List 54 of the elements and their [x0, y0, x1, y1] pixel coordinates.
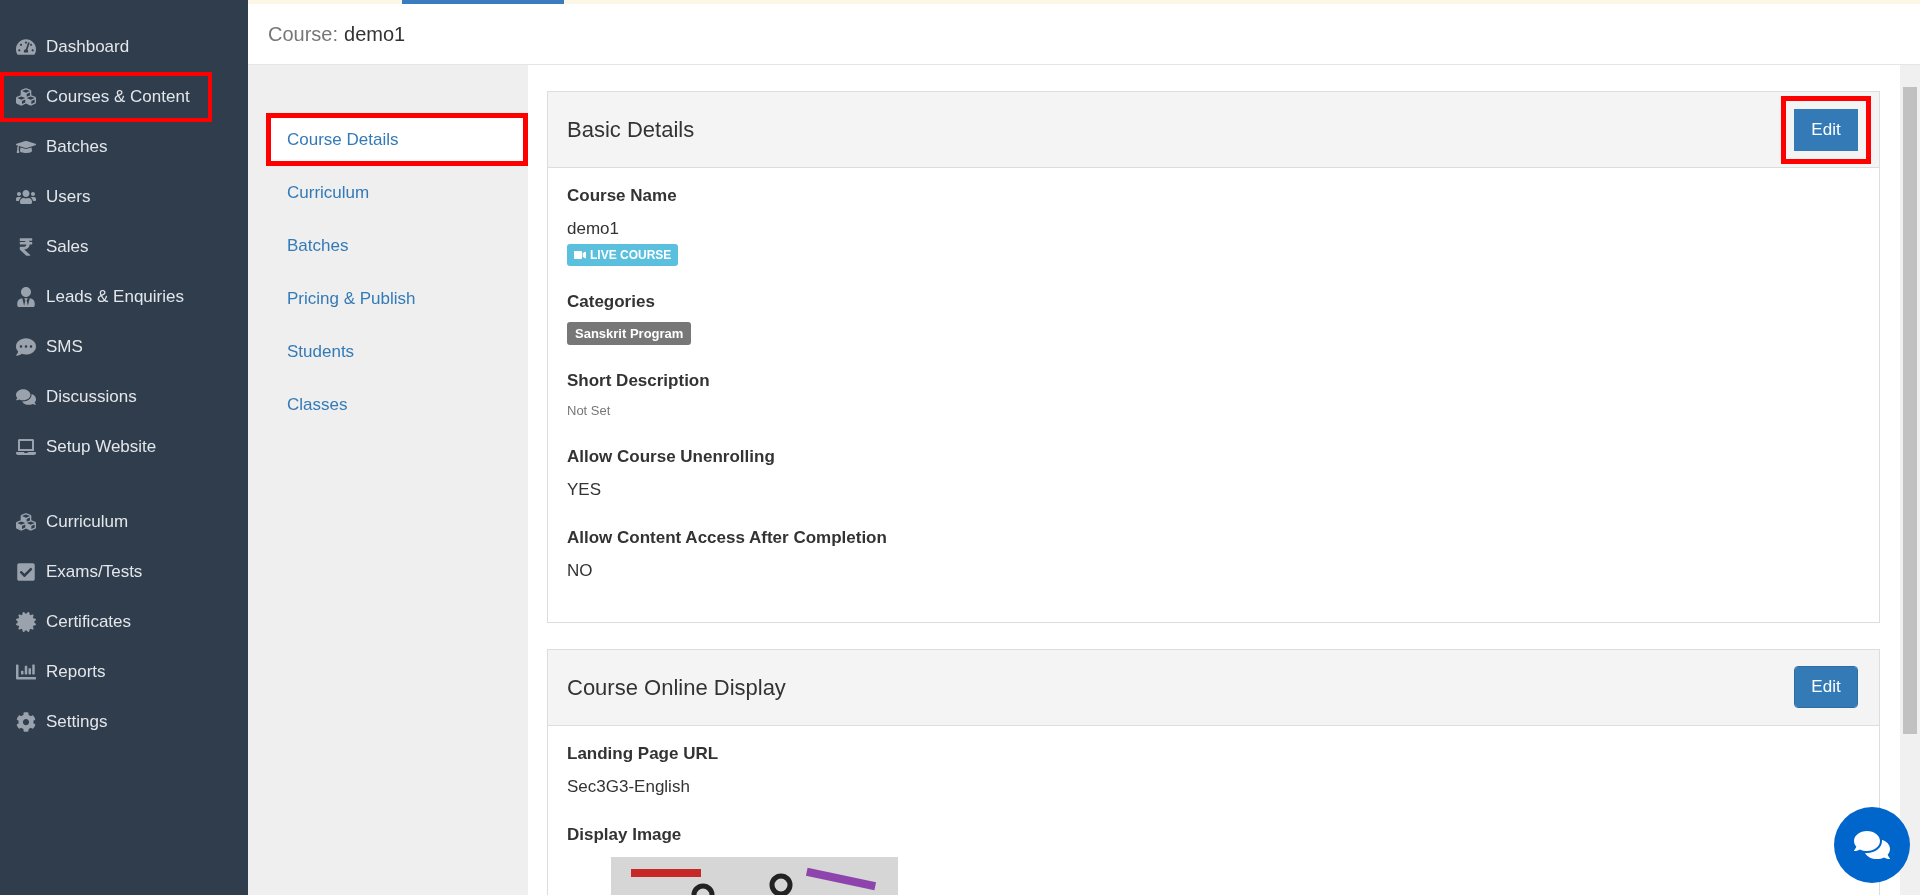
header-label: Course:: [268, 22, 339, 47]
panel-title: Course Online Display: [567, 673, 786, 702]
field-value: Sec3G3-English: [567, 775, 691, 798]
sidebar-item[interactable]: Setup Website: [0, 422, 212, 472]
field-label: Display Image: [567, 824, 683, 846]
sidebar-item[interactable]: Dashboard: [0, 22, 212, 72]
subnav-item[interactable]: Pricing & Publish: [266, 272, 528, 325]
scrollbar-thumb[interactable]: [1903, 87, 1917, 734]
sidebar-item[interactable]: Sales: [0, 222, 212, 272]
certificate-icon: [16, 612, 36, 632]
field-label: Categories: [567, 290, 656, 313]
subnav-item[interactable]: Batches: [266, 219, 528, 272]
sidebar-item[interactable]: Exams/Tests: [0, 547, 212, 597]
subnav-item[interactable]: Curriculum: [266, 166, 528, 219]
subnav-item[interactable]: Classes: [266, 378, 528, 431]
sidebar-item[interactable]: Discussions: [0, 372, 212, 422]
sidebar-item[interactable]: Reports: [0, 647, 212, 697]
chat-bubbles-icon: [16, 387, 36, 407]
live-course-badge: LIVE COURSE: [567, 243, 679, 266]
subnav-item[interactable]: Students: [266, 325, 528, 378]
sidebar-item[interactable]: SMS: [0, 322, 212, 372]
edit-button[interactable]: Edit: [1794, 666, 1858, 708]
sidebar-item[interactable]: Certificates: [0, 597, 212, 647]
bar-chart-icon: [16, 662, 36, 682]
people-icon: [16, 287, 36, 307]
cubes-icon: [16, 87, 36, 107]
subnav-item[interactable]: Course Details: [266, 113, 528, 166]
field-value: NO: [567, 560, 594, 582]
sidebar-item[interactable]: Batches: [0, 122, 212, 172]
panel-title: Basic Details: [567, 116, 695, 144]
sidebar-item[interactable]: Users: [0, 172, 212, 222]
sidebar-item[interactable]: Settings: [0, 697, 212, 747]
course-title: demo1: [344, 22, 406, 47]
laptop-icon: [16, 437, 36, 457]
field-value: Not Set: [567, 402, 612, 420]
category-tag: Sanskrit Program: [567, 321, 692, 345]
users-icon: [16, 187, 36, 207]
checkbox-icon: [16, 562, 36, 582]
field-value: demo1: [567, 218, 620, 240]
field-label: Landing Page URL: [567, 742, 720, 765]
sidebar-item[interactable]: Leads & Enquiries: [0, 272, 212, 322]
sidebar-item[interactable]: Curriculum: [0, 497, 212, 547]
edit-button[interactable]: Edit: [1781, 95, 1871, 164]
field-label: Allow Course Unenrolling: [567, 445, 776, 468]
cubes-icon: [16, 512, 36, 532]
video-camera-icon: [574, 248, 586, 261]
settings-icon: [16, 712, 36, 732]
message-icon: [16, 337, 36, 357]
field-label: Course Name: [567, 185, 678, 207]
field-label: Allow Content Access After Completion: [567, 527, 888, 549]
dashboard-icon: [16, 37, 36, 57]
field-label: Short Description: [567, 370, 711, 392]
field-value: YES: [567, 478, 603, 501]
sidebar-item[interactable]: Courses & Content: [0, 72, 212, 122]
